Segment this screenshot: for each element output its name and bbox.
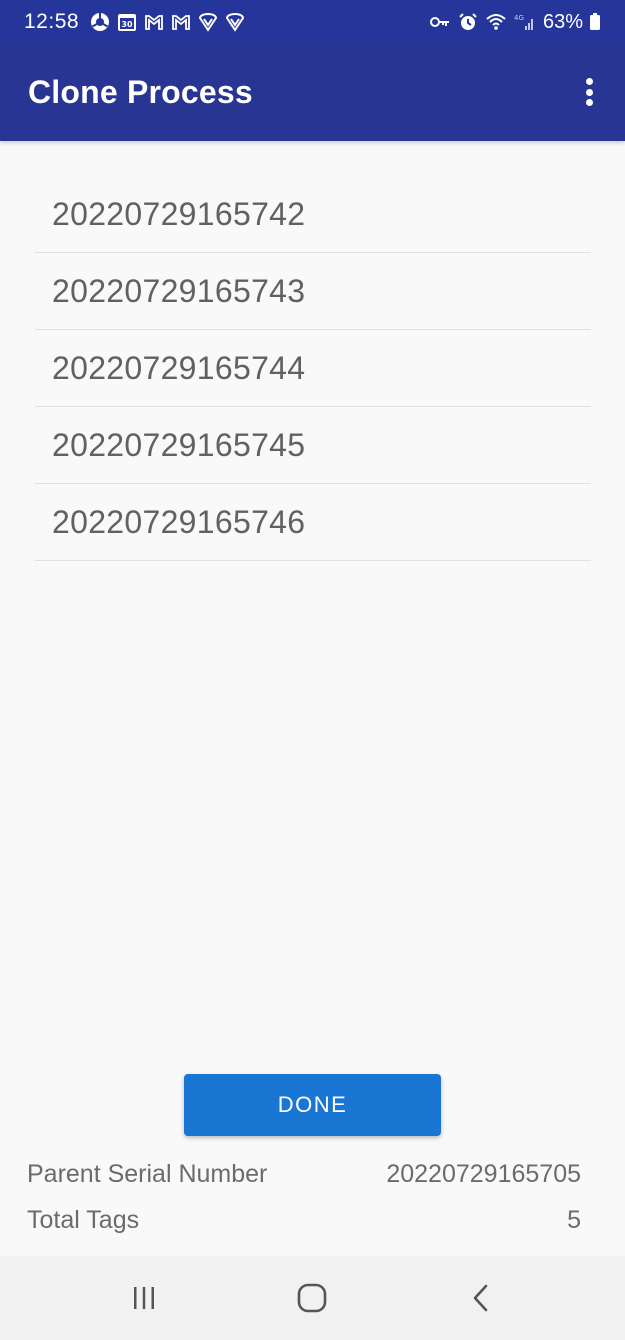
shield-icon bbox=[224, 11, 246, 33]
more-vert-icon[interactable] bbox=[575, 74, 603, 110]
battery-percent: 63% bbox=[542, 10, 583, 33]
notification-icons: 30 bbox=[89, 11, 246, 33]
parent-serial-label: Parent Serial Number bbox=[27, 1160, 268, 1188]
vpn-key-icon bbox=[429, 11, 451, 33]
recents-icon[interactable] bbox=[119, 1273, 169, 1323]
home-icon[interactable] bbox=[287, 1273, 337, 1323]
parent-serial-row: Parent Serial Number 20220729165705 bbox=[27, 1160, 581, 1189]
done-button[interactable]: DONE bbox=[184, 1074, 441, 1136]
list-item-label: 20220729165742 bbox=[52, 195, 306, 232]
svg-text:30: 30 bbox=[121, 20, 133, 29]
page-title: Clone Process bbox=[28, 74, 253, 110]
list-item-label: 20220729165745 bbox=[52, 426, 306, 463]
gmail-icon bbox=[170, 11, 192, 33]
shield-icon bbox=[197, 11, 219, 33]
total-tags-label: Total Tags bbox=[27, 1206, 140, 1234]
back-icon[interactable] bbox=[456, 1273, 506, 1323]
list-item-label: 20220729165744 bbox=[52, 349, 306, 386]
battery-icon bbox=[589, 11, 601, 33]
wifi-icon bbox=[485, 11, 507, 33]
alarm-icon bbox=[457, 11, 479, 33]
serial-list: 20220729165742 20220729165743 2022072916… bbox=[35, 176, 591, 561]
system-nav-bar bbox=[0, 1256, 625, 1340]
parent-serial-value: 20220729165705 bbox=[386, 1160, 581, 1188]
gmail-icon bbox=[143, 11, 165, 33]
status-time: 12:58 bbox=[24, 10, 80, 33]
app-bar: Clone Process bbox=[0, 44, 625, 141]
chrome-icon bbox=[89, 11, 111, 33]
list-item[interactable]: 20220729165743 bbox=[35, 253, 591, 330]
list-item-label: 20220729165743 bbox=[52, 272, 306, 309]
list-item[interactable]: 20220729165745 bbox=[35, 407, 591, 484]
signal-icon: 4G bbox=[513, 11, 535, 33]
list-item-label: 20220729165746 bbox=[52, 503, 306, 540]
calendar-icon: 30 bbox=[116, 11, 138, 33]
total-tags-row: Total Tags 5 bbox=[27, 1206, 581, 1235]
system-icons: 4G 63% bbox=[429, 11, 601, 34]
list-item[interactable]: 20220729165744 bbox=[35, 330, 591, 407]
list-item[interactable]: 20220729165742 bbox=[35, 176, 591, 253]
total-tags-value: 5 bbox=[567, 1206, 581, 1234]
status-bar: 12:58 30 4G 63% bbox=[0, 0, 625, 44]
svg-text:4G: 4G bbox=[514, 14, 524, 22]
list-item[interactable]: 20220729165746 bbox=[35, 484, 591, 561]
